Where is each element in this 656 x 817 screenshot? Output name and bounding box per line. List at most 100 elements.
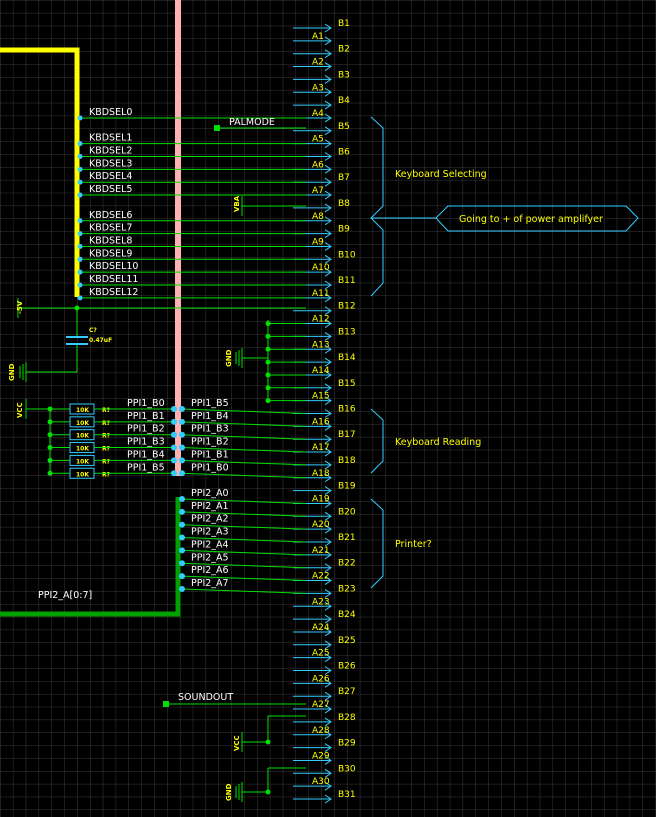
junction-dot xyxy=(265,398,271,404)
net-label-kbdsel: KBDSEL11 xyxy=(89,274,138,285)
connector-pin-label: A18 xyxy=(312,469,330,479)
bus-entry xyxy=(179,457,185,464)
connector-pin-label: A13 xyxy=(312,340,330,350)
connector-pin-label: A4 xyxy=(312,109,324,119)
junction-dot xyxy=(74,305,80,311)
connector-pin-label: B26 xyxy=(338,662,356,672)
bus-entry xyxy=(179,521,185,528)
net-label-ppi2: PPI2_A0 xyxy=(191,488,229,499)
net-label-kbdsel: KBDSEL10 xyxy=(89,261,138,272)
bus-entry xyxy=(179,470,185,477)
net-label-ppi2: PPI2_A3 xyxy=(191,527,229,538)
net-label-ppi1: PPI1_B2 xyxy=(127,424,165,435)
connector-pin-label: B10 xyxy=(338,250,356,260)
connector-pin-label: B8 xyxy=(338,199,350,209)
bus-entry xyxy=(171,418,177,425)
resistor-ref: R? xyxy=(102,471,111,478)
bus-entry xyxy=(77,141,83,147)
connector-pin-label: B17 xyxy=(338,430,356,440)
bus-entry xyxy=(171,431,177,438)
palmode-port[interactable] xyxy=(214,125,220,131)
bus-entry xyxy=(179,444,185,451)
junction-dot xyxy=(47,432,53,438)
connector-pin-label: A7 xyxy=(312,186,324,196)
connector-pin-label: B15 xyxy=(338,379,356,389)
resistor-ref: R? xyxy=(102,407,111,414)
bus-entry xyxy=(77,282,83,288)
connector-pin-label: A1 xyxy=(312,32,324,42)
junction-dot xyxy=(265,346,271,352)
vcc-power-label-2: VCC xyxy=(233,735,241,751)
connector-pin-label: B7 xyxy=(338,173,350,183)
net-label-ppi2: PPI2_A5 xyxy=(191,552,229,563)
gnd-power-label-2: GND xyxy=(225,349,233,367)
bus-entry xyxy=(77,218,83,224)
connector-pin-label: B3 xyxy=(338,70,350,80)
gnd-power-label-3: GND xyxy=(225,783,233,801)
net-label-ppi1: PPI1_B5 xyxy=(127,462,165,473)
connector-pin-label: A29 xyxy=(312,751,330,761)
resistor-ref: R? xyxy=(102,433,111,440)
net-label-ppi2: PPI2_A2 xyxy=(191,514,229,525)
resistor-ref: R? xyxy=(102,420,111,427)
keyboard-selecting-annotation: Keyboard Selecting xyxy=(395,169,487,180)
resistor-value: 10K xyxy=(76,433,89,440)
net-label-kbdsel: KBDSEL8 xyxy=(89,235,132,246)
bus-entry xyxy=(179,418,185,425)
vba-power-label: VBA xyxy=(233,195,241,212)
bus-entry xyxy=(179,431,185,438)
net-label-kbdsel: KBDSEL1 xyxy=(89,133,132,144)
connector-pin-label: A5 xyxy=(312,135,324,145)
connector-pin-label: B18 xyxy=(338,456,356,466)
junction-dot xyxy=(265,789,271,795)
net-label-ppi1: PPI1_B3 xyxy=(127,437,165,448)
connector-pin-label: B2 xyxy=(338,45,350,55)
connector-pin-label: A3 xyxy=(312,83,324,93)
bus-entry xyxy=(179,573,185,580)
net-label-kbdsel: KBDSEL7 xyxy=(89,223,132,234)
net-label-kbdsel: KBDSEL5 xyxy=(89,184,132,195)
junction-dot xyxy=(47,419,53,425)
resistor-value: 10K xyxy=(76,420,89,427)
connector-pin-label: A20 xyxy=(312,520,330,530)
connector-pin-label: A17 xyxy=(312,443,330,453)
net-label-ppi2: PPI2_A6 xyxy=(191,565,229,576)
net-label-ppi1: PPI1_B0 xyxy=(127,398,165,409)
net-label-kbdsel: KBDSEL4 xyxy=(89,171,132,182)
connector-pin-label: B31 xyxy=(338,790,356,800)
connector-pin-label: B28 xyxy=(338,713,356,723)
connector-pin-label: A15 xyxy=(312,392,330,402)
net-label-kbdsel: KBDSEL12 xyxy=(89,287,138,298)
net-label-kbdsel: KBDSEL9 xyxy=(89,248,132,259)
bus-entry xyxy=(77,154,83,159)
vcc-power-label-1: VCC xyxy=(16,402,24,418)
connector-pin-label: B23 xyxy=(338,584,356,594)
bus-entry xyxy=(179,585,185,592)
connector-pin-label: A16 xyxy=(312,417,330,427)
net-label-kbdsel: KBDSEL6 xyxy=(89,210,132,221)
bus-entry xyxy=(77,179,83,185)
connector-pin-label: A30 xyxy=(312,777,330,787)
connector-pin-label: A26 xyxy=(312,674,330,684)
keyboard-reading-annotation: Keyboard Reading xyxy=(395,437,481,448)
resistor-ref: R? xyxy=(102,446,111,453)
bus-entry xyxy=(77,115,83,121)
junction-dot xyxy=(47,457,53,463)
resistor-value: 10K xyxy=(76,458,89,465)
connector-pin-label: A10 xyxy=(312,263,330,273)
connector-pin-label: B11 xyxy=(338,276,356,286)
bus-entry xyxy=(77,231,83,237)
soundout-label: SOUNDOUT xyxy=(178,692,233,703)
connector-pin-label: B24 xyxy=(338,610,356,620)
soundout-port[interactable] xyxy=(163,701,169,707)
net-label-ppi1: PPI1_B4 xyxy=(127,449,165,460)
power-amp-annotation: Going to + of power amplifyer xyxy=(459,214,603,225)
net-label-kbdsel: KBDSEL3 xyxy=(89,158,132,169)
connector-pin-label: B20 xyxy=(338,507,356,517)
bus-entry xyxy=(179,547,185,554)
net-label-ppi2: PPI2_A1 xyxy=(191,501,229,512)
bus-entry xyxy=(179,406,185,412)
net-label-ppi1: PPI1_B1 xyxy=(127,411,165,422)
junction-dot xyxy=(265,739,271,745)
bus-entry xyxy=(77,243,83,249)
